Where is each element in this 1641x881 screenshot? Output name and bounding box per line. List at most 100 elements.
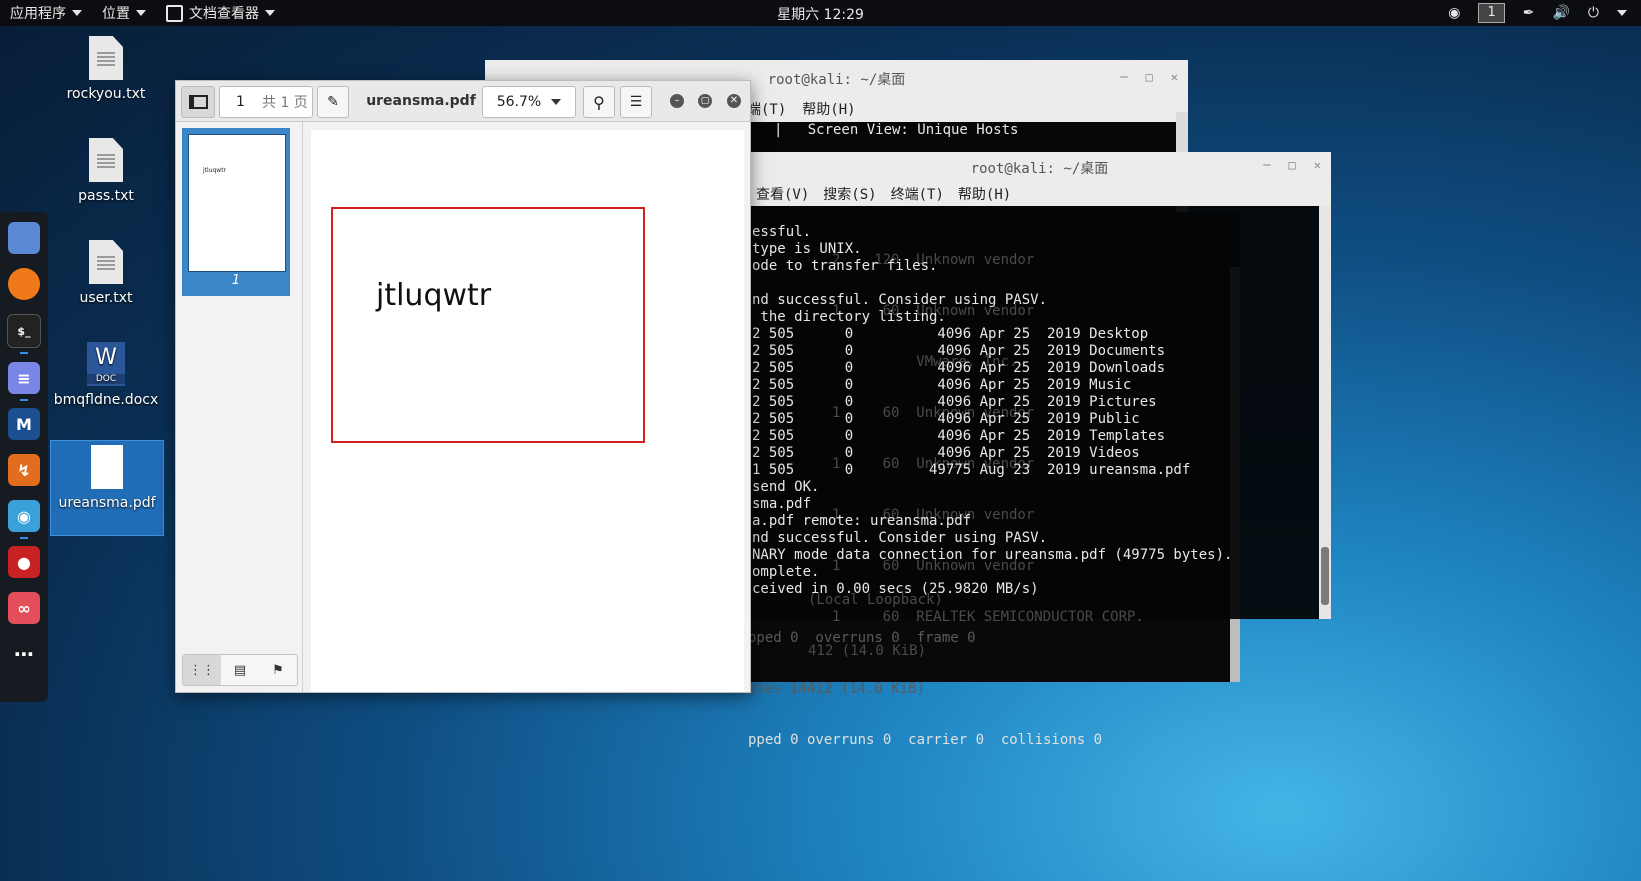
desktop-file-rockyou[interactable]: rockyou.txt (50, 36, 162, 102)
power-icon[interactable]: ⏻ (1588, 5, 1599, 21)
page-number-input[interactable]: 1 (220, 94, 258, 110)
volume-icon[interactable]: 🔊 (1552, 5, 1569, 21)
document-viewer-window[interactable]: 1 共 1 页 ✎ ureansma.pdf 56.7% ⚲ ☰ – ▢ ✕ j… (175, 80, 751, 693)
zoom-select[interactable]: 56.7% (482, 86, 576, 118)
search-icon: ⚲ (593, 92, 605, 112)
document-viewer-icon (166, 4, 183, 22)
window-title: root@kali: ~/桌面 (970, 161, 1109, 177)
ghost-line: pped 0 overruns 0 frame 0 (748, 630, 976, 646)
menu-item-terminal[interactable]: 端(T) (747, 99, 786, 119)
places-menu-label: 位置 (102, 6, 130, 22)
scrollbar-thumb[interactable] (1321, 547, 1329, 605)
desktop-file-label: ureansma.pdf (58, 495, 156, 511)
menu-item-help[interactable]: 帮助(H) (802, 99, 855, 119)
scrollbar[interactable] (1319, 206, 1331, 619)
terminal-window-front[interactable]: root@kali: ~/桌面 ─ □ ✕ 查看(V) 搜索(S) 终端(T) … (748, 152, 1331, 659)
minimize-icon[interactable]: ─ (1120, 70, 1127, 84)
pdf-file-icon (91, 445, 123, 489)
terminal-line: essful. (752, 224, 812, 240)
terminal-line: type is UNIX. (752, 241, 862, 257)
files-icon[interactable] (8, 222, 40, 254)
thumbnail-page-number: 1 (231, 273, 241, 288)
menu-item-terminal[interactable]: 终端(T) (891, 184, 944, 204)
terminal-menubar: 查看(V) 搜索(S) 终端(T) 帮助(H) (748, 182, 1331, 206)
sidebar-toggle-button[interactable] (181, 86, 215, 118)
page-text: jtluqwtr (376, 278, 492, 313)
outline-icon[interactable]: ▤ (221, 655, 259, 685)
chevron-down-icon[interactable] (1617, 10, 1627, 16)
search-button[interactable]: ⚲ (583, 86, 615, 118)
show-apps-grid-icon[interactable]: ⋯ (8, 638, 40, 670)
thumbnails-icon[interactable]: ⋮⋮ (183, 655, 221, 685)
maximize-icon[interactable]: □ (1146, 70, 1153, 84)
desktop-file-user[interactable]: user.txt (50, 240, 162, 306)
chevron-down-icon (136, 10, 146, 16)
menu-item-help[interactable]: 帮助(H) (958, 184, 1011, 204)
firefox-icon[interactable] (8, 268, 40, 300)
metasploit-icon[interactable]: M (8, 408, 40, 440)
sidebar-view-switcher: ⋮⋮ ▤ ⚑ (182, 654, 298, 686)
page-entry[interactable]: 1 共 1 页 (219, 86, 313, 118)
desktop-file-pass[interactable]: pass.txt (50, 138, 162, 204)
active-app-label: 文档查看器 (189, 6, 259, 22)
terminal-line: sma.pdf (752, 496, 812, 512)
desktop-file-bmqfldne[interactable]: W DOC bmqfldne.docx (50, 342, 162, 408)
terminal-line: 2 505 0 4096 Apr 25 2019 Music (752, 377, 1132, 393)
terminal-line: nd successful. Consider using PASV. (752, 530, 1048, 546)
desktop-file-label: bmqfldne.docx (53, 392, 159, 408)
terminal-line: send OK. (752, 479, 820, 495)
terminal-line: 2 505 0 4096 Apr 25 2019 Public (752, 411, 1140, 427)
video-camera-icon[interactable]: ◉ (1448, 5, 1460, 21)
annotate-button[interactable]: ✎ (317, 86, 349, 118)
doc-badge-letter: W (95, 345, 117, 370)
desktop-file-ureansma[interactable]: ureansma.pdf (50, 440, 164, 536)
doc-badge-text: DOC (87, 374, 125, 384)
terminal-line: 2 505 0 4096 Apr 25 2019 Templates (752, 428, 1166, 444)
workspace-indicator[interactable]: 1 (1478, 3, 1505, 23)
maximize-icon[interactable]: □ (1289, 158, 1296, 172)
text-editor-icon[interactable]: ≡ (8, 362, 40, 401)
ghost-line: pped 0 overruns 0 carrier 0 collisions 0 (748, 732, 1103, 748)
main-menu-button[interactable]: ☰ (620, 86, 652, 118)
terminal-line: 2 505 0 4096 Apr 25 2019 Pictures (752, 394, 1157, 410)
word-document-icon: W DOC (87, 342, 125, 386)
terminal-line: omplete. (752, 564, 820, 580)
document-canvas[interactable]: jtluqwtr (303, 122, 750, 692)
burpsuite-icon[interactable]: ↯ (8, 454, 40, 486)
applications-menu-label: 应用程序 (10, 6, 66, 22)
terminal-line: NARY mode data connection for ureansma.p… (752, 547, 1233, 563)
desktop-file-label: rockyou.txt (66, 86, 146, 102)
terminal-line: a.pdf remote: ureansma.pdf (752, 513, 972, 529)
terminal-line: 2 505 0 4096 Apr 25 2019 Documents (752, 343, 1166, 359)
terminal-icon[interactable]: $_ (7, 314, 41, 354)
glasses-icon[interactable]: ∞ (8, 592, 40, 624)
window-titlebar[interactable]: root@kali: ~/桌面 ─ □ ✕ (748, 152, 1331, 183)
terminal-output[interactable]: essful. type is UNIX. ode to transfer fi… (748, 224, 1317, 609)
document-page: jtluqwtr (311, 130, 744, 692)
minimize-button[interactable]: – (670, 94, 684, 108)
terminal-line: 2 505 0 4096 Apr 25 2019 Desktop (752, 326, 1149, 342)
cherrytree-icon[interactable]: ● (8, 546, 40, 578)
close-button[interactable]: ✕ (727, 94, 741, 108)
pen-icon[interactable]: ✒ (1523, 5, 1535, 21)
close-icon[interactable]: ✕ (1171, 70, 1178, 84)
maximize-button[interactable]: ▢ (698, 94, 712, 108)
bookmark-icon[interactable]: ⚑ (259, 655, 297, 685)
places-menu[interactable]: 位置 (92, 0, 156, 26)
eye-icon[interactable]: ◉ (8, 500, 40, 539)
menu-item-search[interactable]: 搜索(S) (823, 184, 876, 204)
terminal-line: ode to transfer files. (752, 258, 938, 274)
active-app-menu[interactable]: 文档查看器 (156, 0, 285, 26)
page-thumbnail[interactable]: jtluqwtr 1 (182, 128, 290, 296)
applications-menu[interactable]: 应用程序 (0, 0, 92, 26)
thumbnail-sidebar: jtluqwtr 1 ⋮⋮ ▤ ⚑ (176, 122, 303, 692)
sidebar-icon (188, 95, 208, 109)
thumbnail-text: jtluqwtr (203, 167, 227, 174)
minimize-icon[interactable]: ─ (1263, 158, 1270, 172)
system-tray: ◉ 1 ✒ 🔊 ⏻ (1448, 0, 1627, 26)
menu-item-view[interactable]: 查看(V) (756, 184, 809, 204)
viewer-headerbar: 1 共 1 页 ✎ ureansma.pdf 56.7% ⚲ ☰ – ▢ ✕ (176, 81, 750, 122)
close-icon[interactable]: ✕ (1314, 158, 1321, 172)
dock: $_ ≡ M ↯ ◉ ● ∞ ⋯ (0, 212, 48, 702)
